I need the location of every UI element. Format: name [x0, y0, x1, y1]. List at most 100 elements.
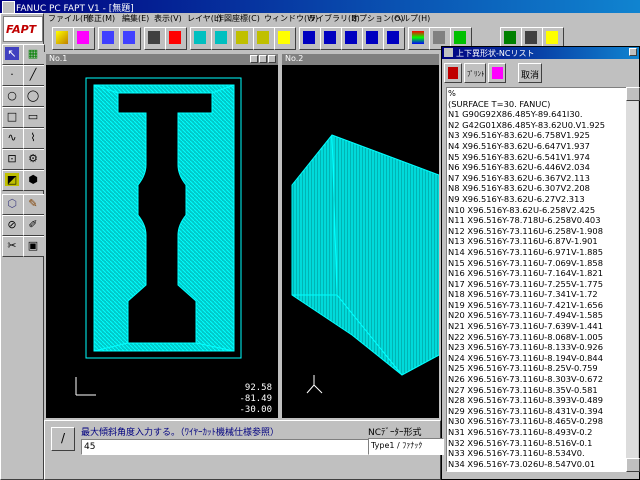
- close-button[interactable]: [268, 55, 276, 63]
- nc-print-button[interactable]: [444, 63, 462, 83]
- nc-line[interactable]: (SURFACE T=30. FANUC): [447, 99, 627, 110]
- zoom-all-button[interactable]: [341, 27, 363, 50]
- shape-tool-button[interactable]: ⊡: [2, 149, 24, 170]
- nc-line[interactable]: N25 X96.516Y-73.116U-8.25V-0.759: [447, 363, 627, 374]
- nc-line[interactable]: N27 X96.516Y-73.116U-8.35V-0.581: [447, 385, 627, 396]
- nc-line[interactable]: N18 X96.516Y-73.116U-7.341V-1.72: [447, 289, 627, 300]
- point-tool-button[interactable]: ·: [2, 65, 24, 86]
- delete-button[interactable]: [165, 27, 187, 50]
- nc-line[interactable]: N16 X96.516Y-73.116U-7.164V-1.821: [447, 268, 627, 279]
- shade-icon: [278, 31, 290, 44]
- nc-line[interactable]: N21 X96.516Y-73.116U-7.639V-1.441: [447, 321, 627, 332]
- nc-line[interactable]: N6 X96.516Y-83.62U-6.446V2.034: [447, 162, 627, 173]
- nc-cancel-button[interactable]: 取消: [518, 63, 542, 83]
- nc-line[interactable]: N8 X96.516Y-83.62U-6.307V2.208: [447, 183, 627, 194]
- nc-line[interactable]: N32 X96.516Y-73.116U-8.516V-0.1: [447, 438, 627, 449]
- front-view-drawing: [75, 77, 242, 396]
- nc-line[interactable]: %: [447, 88, 627, 99]
- nc-line[interactable]: N30 X96.516Y-73.116U-8.465V-0.298: [447, 416, 627, 427]
- nc-line[interactable]: N33 X96.516Y-73.116U-8.534V0.: [447, 448, 627, 459]
- view-window-1[interactable]: No.1 92.58 -81.49 -30.00: [44, 52, 280, 420]
- menu-coords[interactable]: 作図座標(C): [216, 13, 260, 24]
- surface-tool-button[interactable]: ◩: [2, 170, 24, 191]
- nc-line[interactable]: N7 X96.516Y-83.62U-6.367V2.113: [447, 173, 627, 184]
- scroll-down-button[interactable]: [626, 458, 640, 472]
- rotate-button[interactable]: [232, 27, 254, 50]
- view-window-2[interactable]: No.2: [280, 52, 441, 420]
- menu-file[interactable]: ファイル(F): [48, 13, 91, 24]
- nc-line[interactable]: N34 X96.516Y-73.026U-8.547V0.01: [447, 459, 627, 470]
- arrow-button[interactable]: [144, 27, 166, 50]
- measure-tool-button[interactable]: ⊘: [2, 215, 24, 236]
- nc-close-button[interactable]: [629, 48, 637, 56]
- brush-tool-button[interactable]: ✐: [23, 215, 45, 236]
- shade-button[interactable]: [274, 27, 296, 50]
- redraw-icon: [366, 31, 378, 44]
- minimize-button[interactable]: [250, 55, 258, 63]
- maximize-button[interactable]: [259, 55, 267, 63]
- nc-line[interactable]: N12 X96.516Y-73.116U-6.258V-1.908: [447, 226, 627, 237]
- nc-line[interactable]: N3 X96.516Y-83.62U-6.758V1.925: [447, 130, 627, 141]
- nc-line[interactable]: N14 X96.516Y-73.116U-6.971V-1.885: [447, 247, 627, 258]
- fit-button[interactable]: [253, 27, 275, 50]
- nc-line[interactable]: N28 X96.516Y-73.116U-8.393V-0.489: [447, 395, 627, 406]
- redraw-button[interactable]: [362, 27, 384, 50]
- wire-tool-button[interactable]: ✎: [23, 194, 45, 215]
- nc-line[interactable]: N17 X96.516Y-73.116U-7.255V-1.775: [447, 279, 627, 290]
- nc-line[interactable]: N26 X96.516Y-73.116U-8.303V-0.672: [447, 374, 627, 385]
- nc-line[interactable]: N9 X96.516Y-83.62U-6.27V2.313: [447, 194, 627, 205]
- menu-help[interactable]: ヘルプ(H): [394, 13, 430, 24]
- edit-tool-button[interactable]: ✂: [2, 236, 24, 257]
- zoom-button[interactable]: [211, 27, 233, 50]
- undo-button[interactable]: [98, 27, 120, 50]
- redo-button[interactable]: [119, 27, 141, 50]
- pan-button[interactable]: [299, 27, 321, 50]
- scroll-up-button[interactable]: [626, 87, 640, 101]
- rect2-tool-button[interactable]: ▭: [23, 107, 45, 128]
- nc-line[interactable]: N20 X96.516Y-73.116U-7.494V-1.585: [447, 310, 627, 321]
- nc-print-label-button[interactable]: ﾌﾟﾘﾝﾄ: [464, 63, 486, 83]
- nc-line[interactable]: N1 G90G92X86.485Y-89.641I30.: [447, 109, 627, 120]
- circle-tool-button[interactable]: ○: [2, 86, 24, 107]
- zoom-window-button[interactable]: [320, 27, 342, 50]
- rect-tool-button[interactable]: □: [2, 107, 24, 128]
- gear-tool-button[interactable]: ⚙: [23, 149, 45, 170]
- grid-tool-button[interactable]: ▦: [23, 44, 45, 65]
- circle-icon: ○: [7, 89, 17, 102]
- solid-tool-button[interactable]: ⬢: [23, 170, 45, 191]
- command-slash-button[interactable]: /: [51, 427, 75, 451]
- nc-list-scrollbar[interactable]: [626, 87, 640, 472]
- disk-tool-button[interactable]: ▣: [23, 236, 45, 257]
- open-button[interactable]: [52, 27, 74, 50]
- spline-tool-button[interactable]: ⌇: [23, 128, 45, 149]
- expand-button[interactable]: [383, 27, 405, 50]
- view-button[interactable]: [190, 27, 212, 50]
- nc-program-listing[interactable]: % (SURFACE T=30. FANUC) N1 G90G92X86.485Y-…: [446, 87, 628, 472]
- nc-line[interactable]: N2 G42G01X86.485Y-83.62U0.V1.925: [447, 120, 627, 131]
- nc-line[interactable]: N31 X96.516Y-73.116U-8.493V-0.2: [447, 427, 627, 438]
- nc-format-value[interactable]: Type1 / ﾌｧﾅｯｸ: [368, 438, 444, 455]
- layers-button[interactable]: [408, 27, 430, 50]
- nc-line[interactable]: N29 X96.516Y-73.116U-8.431V-0.394: [447, 406, 627, 417]
- nc-save-button[interactable]: [488, 63, 506, 83]
- menu-edit[interactable]: 編集(E): [122, 13, 149, 24]
- line-tool-button[interactable]: ╱: [23, 65, 45, 86]
- nc-line[interactable]: N15 X96.516Y-73.116U-7.069V-1.858: [447, 258, 627, 269]
- nc-line[interactable]: N4 X96.516Y-83.62U-6.647V1.937: [447, 141, 627, 152]
- menu-view[interactable]: 表示(V): [154, 13, 182, 24]
- arc-tool-button[interactable]: ◯: [23, 86, 45, 107]
- nc-line[interactable]: N19 X96.516Y-73.116U-7.421V-1.656: [447, 300, 627, 311]
- nc-line[interactable]: N10 X96.516Y-83.62U-6.258V2.425: [447, 205, 627, 216]
- nc-line[interactable]: N22 X96.516Y-73.116U-8.068V-1.005: [447, 332, 627, 343]
- nc-line[interactable]: N5 X96.516Y-83.62U-6.541V1.974: [447, 152, 627, 163]
- menu-modify[interactable]: 修正(M): [86, 13, 115, 24]
- select-tool-button[interactable]: ↖: [2, 44, 24, 65]
- nc-line[interactable]: N11 X96.516Y-78.718U-6.258V0.403: [447, 215, 627, 226]
- nc-line[interactable]: N13 X96.516Y-73.116U-6.87V-1.901: [447, 236, 627, 247]
- nc-line[interactable]: N24 X96.516Y-73.116U-8.194V-0.844: [447, 353, 627, 364]
- command-input[interactable]: 45: [81, 439, 371, 455]
- nc-line[interactable]: N23 X96.516Y-73.116U-8.133V-0.926: [447, 342, 627, 353]
- view3d-tool-button[interactable]: ⬡: [2, 194, 24, 215]
- save-button[interactable]: [73, 27, 95, 50]
- curve-tool-button[interactable]: ∿: [2, 128, 24, 149]
